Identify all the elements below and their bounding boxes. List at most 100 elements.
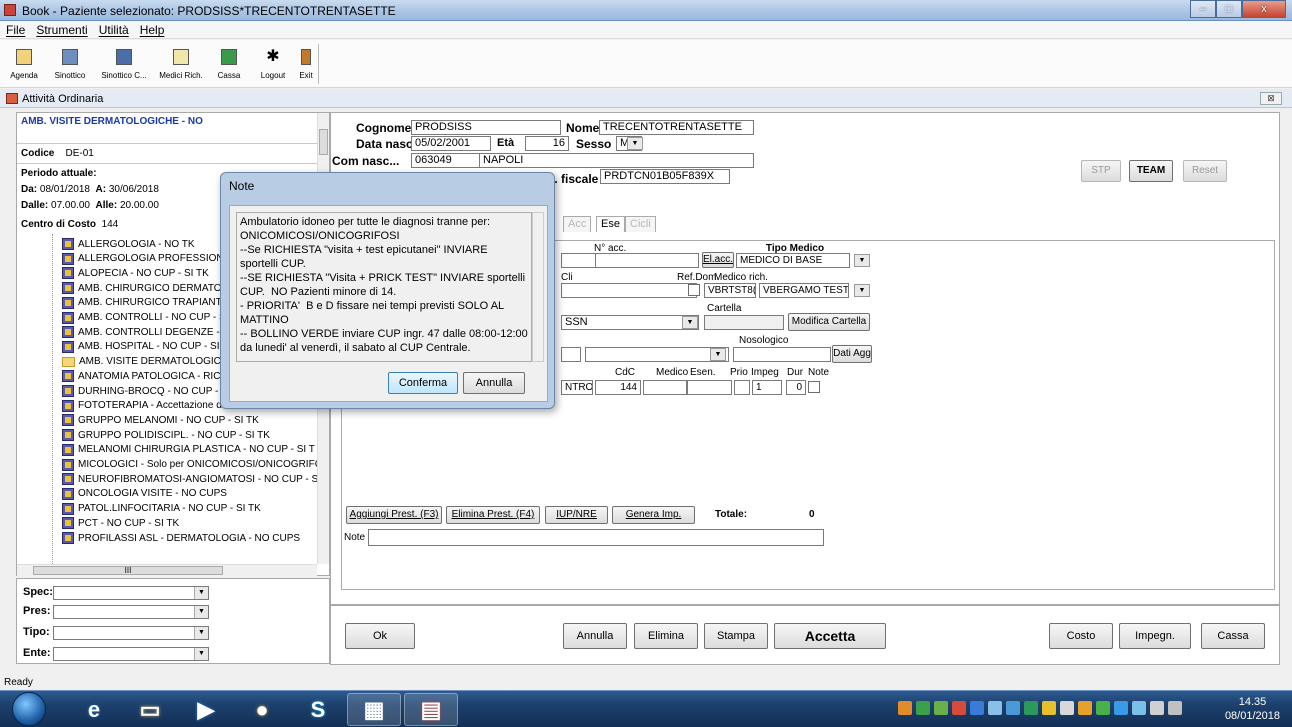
tree-item[interactable]: PROFILASSI ASL - DERMATOLOGIA - NO CUPS	[62, 531, 300, 545]
menu-help[interactable]: Help	[134, 21, 170, 37]
tray-icon[interactable]	[1060, 701, 1074, 715]
network-icon[interactable]	[1150, 701, 1164, 715]
app-taskbar[interactable]: ▦	[347, 693, 401, 726]
elimina-button[interactable]: Elimina	[634, 623, 698, 649]
medico-code-field[interactable]: VBRTST8(	[704, 283, 756, 298]
tree-item[interactable]: AMB. CHIRURGICO DERMATOL	[62, 281, 227, 295]
spec-select[interactable]: ▼	[53, 586, 209, 600]
tray-icon[interactable]	[952, 701, 966, 715]
dialog-annulla-button[interactable]: Annulla	[463, 372, 525, 394]
reset-button[interactable]: Reset	[1183, 160, 1227, 182]
inner-close-button[interactable]: ⊠	[1260, 92, 1282, 105]
tree-item[interactable]: AMB. VISITE DERMATOLOGICH	[62, 355, 228, 369]
toolbar-sinottico[interactable]: Sinottico	[48, 46, 92, 86]
tree-item[interactable]: AMB. CONTROLLI - NO CUP - S	[62, 311, 226, 325]
tray-icon[interactable]	[1042, 701, 1056, 715]
modifica-cartella-button[interactable]: Modifica Cartella	[788, 313, 870, 331]
horizontal-scrollbar[interactable]: III	[17, 564, 317, 576]
accetta-button[interactable]: Accetta	[774, 623, 886, 649]
el-acc-button[interactable]: El.acc.	[702, 252, 734, 268]
aggiungi-prest-button[interactable]: Aggiungi Prest. (F3)	[346, 506, 442, 524]
com-nasc-city[interactable]: NAPOLI	[479, 153, 754, 168]
tree-item[interactable]: MELANOMI CHIRURGIA PLASTICA - NO CUP - S…	[62, 443, 315, 457]
tree-item[interactable]: AMB. CONTROLLI DEGENZE - N	[62, 325, 230, 339]
tab-cicli[interactable]: Cicli	[625, 216, 656, 232]
reparto-select[interactable]	[585, 347, 729, 362]
tree-item[interactable]: ALLERGOLOGIA - NO TK	[62, 237, 195, 251]
tree-item[interactable]: AMB. HOSPITAL - NO CUP - SI	[62, 340, 220, 354]
tree-item[interactable]: ALOPECIA - NO CUP - SI TK	[62, 266, 209, 280]
tipo-medico-select[interactable]: MEDICO DI BASE	[736, 253, 850, 268]
tree-item[interactable]: ANATOMIA PATOLOGICA - RIC	[62, 369, 220, 383]
cognome-field[interactable]: PRODSISS	[411, 120, 561, 135]
volume-icon[interactable]	[1168, 701, 1182, 715]
chevron-down-icon[interactable]: ▼	[854, 254, 870, 267]
row-dur-field[interactable]: 0	[786, 380, 806, 395]
tray-icon[interactable]	[1132, 701, 1146, 715]
tipo-select[interactable]: ▼	[53, 626, 209, 640]
note-textarea[interactable]: Ambulatorio idoneo per tutte le diagnosi…	[236, 212, 532, 362]
row-impeg-field[interactable]: 1	[752, 380, 782, 395]
note-input[interactable]	[368, 529, 824, 546]
toolbar-cassa[interactable]: Cassa	[214, 46, 244, 86]
note-scrollbar[interactable]	[532, 212, 544, 362]
ie-taskbar[interactable]: e	[67, 693, 121, 726]
toolbar-agenda[interactable]: Agenda	[6, 46, 42, 86]
pres-select[interactable]: ▼	[53, 605, 209, 619]
menu-utilita[interactable]: Utilità	[93, 21, 134, 37]
row-prio-field[interactable]	[734, 380, 750, 395]
menu-file[interactable]: File	[0, 21, 30, 37]
ente-select[interactable]: ▼	[53, 647, 209, 661]
dati-agg-button[interactable]: Dati Agg	[832, 345, 872, 363]
tree-item[interactable]: GRUPPO MELANOMI - NO CUP - SI TK	[62, 413, 259, 427]
com-nasc-code[interactable]: 063049	[411, 153, 481, 168]
ref-dom-checkbox[interactable]	[688, 284, 700, 296]
genera-imp-button[interactable]: Genera Imp.	[612, 506, 695, 524]
chevron-down-icon[interactable]: ▼	[854, 284, 870, 297]
stp-button[interactable]: STP	[1081, 160, 1121, 182]
ente-select[interactable]: SSN	[561, 315, 699, 330]
toolbar-exit[interactable]: Exit	[295, 46, 317, 86]
toolbar-sinottico-c[interactable]: Sinottico C...	[95, 46, 153, 86]
cassa-button[interactable]: Cassa	[1201, 623, 1265, 649]
tray-icon[interactable]	[1006, 701, 1020, 715]
tree-item[interactable]: NEUROFIBROMATOSI-ANGIOMATOSI - NO CUP - …	[62, 472, 318, 486]
nosologico-field[interactable]	[733, 347, 831, 362]
chevron-down-icon[interactable]: ▼	[627, 137, 643, 150]
media-taskbar[interactable]: ▶	[179, 693, 233, 726]
row-note-checkbox[interactable]	[808, 381, 820, 393]
tree-item[interactable]: ONCOLOGIA VISITE - NO CUPS	[62, 487, 227, 501]
toolbar-medici-rich[interactable]: Medici Rich.	[153, 46, 209, 86]
costo-button[interactable]: Costo	[1049, 623, 1113, 649]
tray-icon[interactable]	[1114, 701, 1128, 715]
tray-icon[interactable]	[916, 701, 930, 715]
tray-icon[interactable]	[1078, 701, 1092, 715]
row-cdc-field[interactable]: 144	[595, 380, 641, 395]
elimina-prest-button[interactable]: Elimina Prest. (F4)	[446, 506, 540, 524]
tab-ese[interactable]: Ese	[596, 216, 625, 232]
stampa-button[interactable]: Stampa	[704, 623, 768, 649]
toolbar-logout[interactable]: ✱ Logout	[256, 46, 290, 86]
cod-fiscale-field[interactable]: PRDTCN01B05F839X	[600, 169, 730, 184]
start-button[interactable]	[12, 692, 46, 726]
chevron-down-icon[interactable]: ▼	[710, 348, 726, 361]
menu-strumenti[interactable]: Strumenti	[30, 21, 92, 37]
impegn-button[interactable]: Impegn.	[1119, 623, 1191, 649]
clock[interactable]: 14.35 08/01/2018	[1225, 695, 1280, 723]
ok-button[interactable]: Ok	[345, 623, 415, 649]
prestazione-field[interactable]: NTROL	[561, 380, 593, 395]
team-button[interactable]: TEAM	[1129, 160, 1173, 182]
tree-item[interactable]: AMB. CHIRURGICO TRAPIANTA	[62, 296, 228, 310]
tree-item[interactable]: PATOL.LINFOCITARIA - NO CUP - SI TK	[62, 502, 261, 516]
row-medico-field[interactable]	[643, 380, 687, 395]
annulla-button[interactable]: Annulla	[563, 623, 627, 649]
chrome-taskbar[interactable]: ●	[235, 693, 289, 726]
chevron-down-icon[interactable]: ▼	[682, 316, 698, 329]
medico-rich-select[interactable]: VBERGAMO TEST	[759, 283, 849, 298]
tray-icon[interactable]	[970, 701, 984, 715]
nome-field[interactable]: TRECENTOTRENTASETTE	[599, 120, 754, 135]
tab-acc[interactable]: Acc	[563, 216, 592, 232]
maximize-button[interactable]: □	[1216, 0, 1242, 18]
cli-field[interactable]	[561, 283, 697, 298]
tree-item[interactable]: PCT - NO CUP - SI TK	[62, 516, 179, 530]
